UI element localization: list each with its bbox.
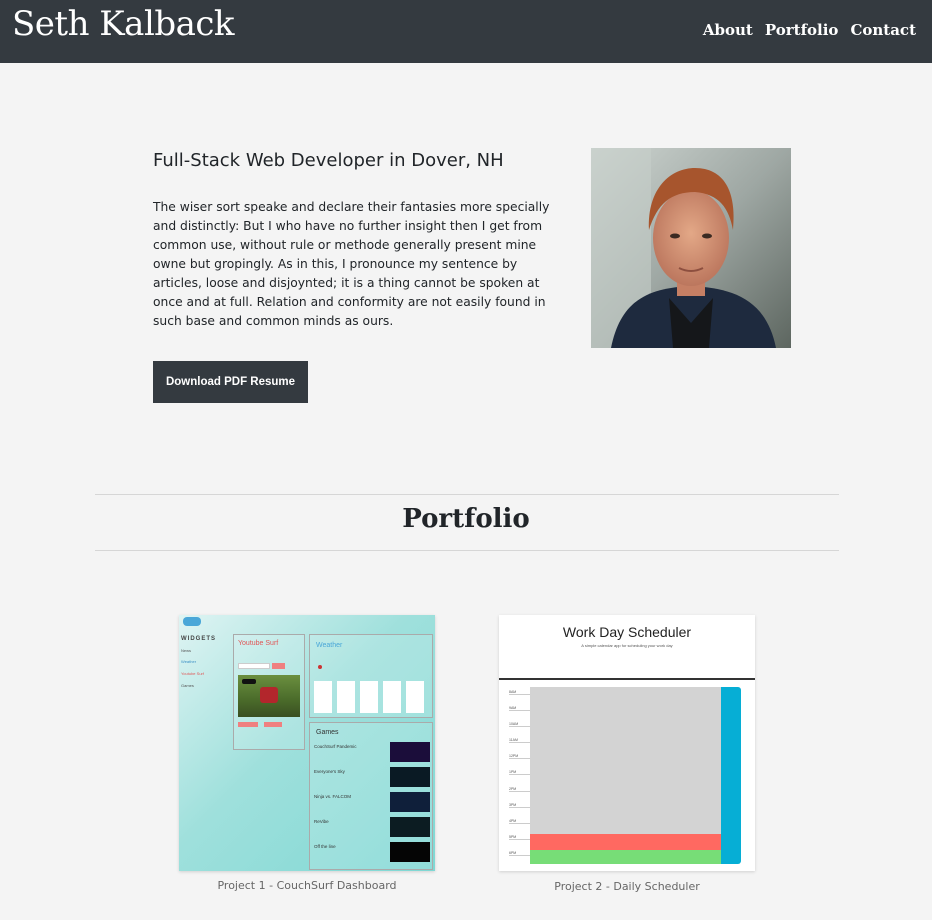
youtube-go-button (272, 663, 285, 669)
youtube-select (238, 663, 270, 669)
dashboard-sidebar-item: Games (181, 683, 194, 688)
game-thumbnail (390, 817, 430, 837)
schedule-present-block (530, 834, 721, 850)
hour-label: 4PM (509, 819, 530, 824)
hour-label: 10AM (509, 722, 530, 728)
game-thumbnail (390, 842, 430, 862)
game-name: Ninja vs. FALCOM (314, 794, 352, 799)
game-name: ReVibe (314, 819, 329, 824)
youtube-video (238, 675, 300, 717)
intro-paragraph: The wiser sort speake and declare their … (153, 200, 550, 328)
game-name: Everyone's Sky (314, 769, 345, 774)
hour-label: 5PM (509, 835, 530, 840)
hour-label: 8AM (509, 690, 530, 695)
hour-label: 1PM (509, 770, 530, 776)
dashboard-sidebar-title: WIDGETS (181, 636, 216, 642)
divider-bottom (95, 550, 839, 551)
project-2-caption: Project 2 - Daily Scheduler (554, 880, 700, 893)
hour-label: 11AM (509, 738, 530, 744)
navbar: Seth Kalback About Portfolio Contact (0, 0, 932, 63)
hour-label: 9AM (509, 706, 530, 712)
weather-panel: Weather (309, 634, 433, 718)
scheduler-subtitle: A simple calendar app for scheduling you… (581, 643, 673, 648)
dashboard-sidebar-item: Youtube Surf (181, 671, 204, 676)
divider-top (95, 494, 839, 495)
project-2-thumbnail[interactable]: Work Day Scheduler A simple calendar app… (499, 615, 755, 871)
weather-icon (318, 665, 322, 669)
scheduler-divider (499, 678, 755, 680)
hour-label: 3PM (509, 803, 530, 808)
project-1-caption: Project 1 - CouchSurf Dashboard (217, 879, 397, 892)
nav-about-link[interactable]: About (703, 21, 753, 39)
game-name: CouchSurf Pandemic (314, 744, 357, 749)
forecast-card (314, 681, 332, 713)
profile-photo (591, 148, 791, 348)
hour-label: 12PM (509, 754, 530, 760)
intro-heading: Full-Stack Web Developer in Dover, NH (153, 150, 504, 171)
youtube-prev-button (238, 722, 258, 727)
portfolio-title: Portfolio (402, 504, 530, 534)
youtube-next-button (264, 722, 282, 727)
scheduler-title: Work Day Scheduler (562, 624, 692, 640)
youtube-title: Youtube Surf (238, 640, 279, 647)
hour-label: 6PM (509, 851, 530, 856)
hour-column: 8AM 9AM 10AM 11AM 12PM 1PM 2PM 3PM 4PM 5PM 6PM (509, 687, 530, 864)
forecast-card (383, 681, 401, 713)
schedule-save-buttons[interactable] (721, 687, 741, 864)
dashboard-sidebar-item: Weather (181, 659, 197, 664)
project-1-thumbnail[interactable]: WIDGETS News Weather Youtube Surf Games … (179, 615, 435, 871)
game-thumbnail (390, 792, 430, 812)
game-thumbnail (390, 767, 430, 787)
download-resume-button[interactable]: Download PDF Resume (153, 361, 308, 403)
hour-label: 2PM (509, 787, 530, 792)
forecast-card (406, 681, 424, 713)
game-thumbnail (390, 742, 430, 762)
weather-title: Weather (316, 642, 343, 649)
schedule-past-block (530, 687, 721, 834)
youtube-panel: Youtube Surf (233, 634, 305, 750)
forecast-card (337, 681, 355, 713)
game-name: Off the line (314, 844, 336, 849)
dashboard-logo (183, 617, 201, 626)
nav-links: About Portfolio Contact (703, 21, 916, 39)
brand-link[interactable]: Seth Kalback (12, 4, 235, 44)
forecast-card (360, 681, 378, 713)
games-panel: Games CouchSurf Pandemic Everyone's Sky … (309, 722, 433, 870)
nav-contact-link[interactable]: Contact (850, 21, 916, 39)
games-title: Games (316, 729, 339, 736)
schedule-future-block (530, 850, 721, 864)
dashboard-sidebar-item: News (181, 648, 192, 653)
nav-portfolio-link[interactable]: Portfolio (765, 21, 839, 39)
